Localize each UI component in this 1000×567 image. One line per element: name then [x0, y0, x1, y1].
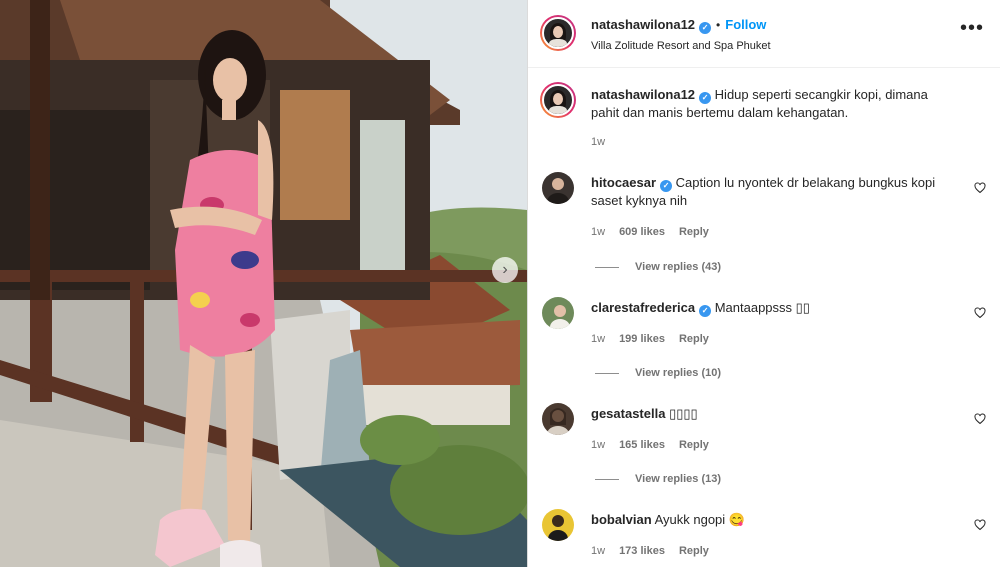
caption-timestamp[interactable]: 1w	[591, 136, 605, 148]
comment-actions: 1w 165 likes Reply	[591, 439, 723, 451]
author-username[interactable]: natashawilona12	[591, 17, 695, 32]
comment-text-block: clarestafrederica ✓ Mantaappsss ▯▯	[591, 299, 961, 317]
reply-button[interactable]: Reply	[679, 545, 709, 557]
author-meta: natashawilona12 ✓ • Follow Villa Zolitude R…	[591, 16, 771, 52]
reply-button[interactable]: Reply	[679, 439, 709, 451]
comment-actions: 1w 199 likes Reply	[591, 333, 723, 345]
comment-text-block: hitocaesar ✓ Caption lu nyontek dr belaka…	[591, 174, 961, 210]
comment-likes[interactable]: 199 likes	[619, 333, 665, 345]
author-avatar[interactable]	[540, 15, 576, 51]
view-replies-label: View replies (43)	[635, 261, 722, 273]
comment-timestamp[interactable]: 1w	[591, 226, 605, 238]
post-location[interactable]: Villa Zolitude Resort and Spa Phuket	[591, 40, 771, 52]
comment-timestamp[interactable]: 1w	[591, 545, 605, 557]
verified-badge-icon: ✓	[699, 22, 712, 34]
view-replies-button[interactable]: View replies (10)	[595, 367, 721, 379]
post-details-panel: natashawilona12 ✓ • Follow Villa Zolitude R…	[528, 0, 1000, 567]
comment-text: Mantaappsss ▯▯	[714, 300, 810, 315]
reply-button[interactable]: Reply	[679, 333, 709, 345]
verified-badge-icon: ✓	[699, 305, 712, 317]
commenter-avatar[interactable]	[542, 172, 574, 204]
chevron-right-icon: ›	[502, 261, 508, 278]
carousel-next-button[interactable]: ›	[492, 257, 518, 283]
heart-outline-icon[interactable]	[974, 413, 986, 425]
comment-likes[interactable]: 165 likes	[619, 439, 665, 451]
commenter-username[interactable]: bobalvian	[591, 512, 652, 527]
reply-button[interactable]: Reply	[679, 226, 709, 238]
post-header: natashawilona12 ✓ • Follow Villa Zolitude R…	[528, 0, 1000, 68]
verified-badge-icon: ✓	[660, 180, 673, 192]
comment-timestamp[interactable]: 1w	[591, 439, 605, 451]
comment-likes[interactable]: 173 likes	[619, 545, 665, 557]
comment-text-block: gesatastella ▯▯▯▯	[591, 405, 961, 423]
heart-outline-icon[interactable]	[974, 519, 986, 531]
verified-badge-icon: ✓	[699, 92, 712, 104]
commenter-username[interactable]: clarestafrederica	[591, 300, 695, 315]
view-replies-label: View replies (13)	[635, 473, 722, 485]
replies-line	[595, 478, 619, 480]
caption-username[interactable]: natashawilona12	[591, 87, 695, 102]
follow-button[interactable]: Follow	[725, 17, 766, 32]
comment-text: ▯▯▯▯	[669, 406, 698, 421]
commenter-avatar[interactable]	[542, 403, 574, 435]
replies-line	[595, 372, 619, 374]
comment-actions: 1w 173 likes Reply	[591, 545, 723, 557]
commenter-avatar[interactable]	[542, 297, 574, 329]
view-replies-label: View replies (10)	[635, 367, 722, 379]
separator-dot: •	[716, 18, 721, 32]
replies-line	[595, 266, 619, 268]
commenter-username[interactable]: gesatastella	[591, 406, 665, 421]
commenter-avatar[interactable]	[542, 509, 574, 541]
comment-timestamp[interactable]: 1w	[591, 333, 605, 345]
commenter-username[interactable]: hitocaesar	[591, 175, 656, 190]
heart-outline-icon[interactable]	[974, 307, 986, 319]
comment-likes[interactable]: 609 likes	[619, 226, 665, 238]
view-replies-button[interactable]: View replies (43)	[595, 261, 721, 273]
more-options-icon[interactable]: •••	[960, 18, 984, 38]
view-replies-button[interactable]: View replies (13)	[595, 473, 721, 485]
comment-actions: 1w 609 likes Reply	[591, 226, 723, 238]
post-photo[interactable]: ›	[0, 0, 527, 567]
caption-author-avatar[interactable]	[540, 82, 576, 118]
comment-text-block: bobalvian Ayukk ngopi 😋	[591, 511, 961, 529]
comment-text: Ayukk ngopi 😋	[654, 512, 745, 527]
caption-text-block: natashawilona12 ✓ Hidup seperti secangkir…	[591, 86, 951, 122]
post-image	[0, 0, 527, 567]
heart-outline-icon[interactable]	[974, 182, 986, 194]
